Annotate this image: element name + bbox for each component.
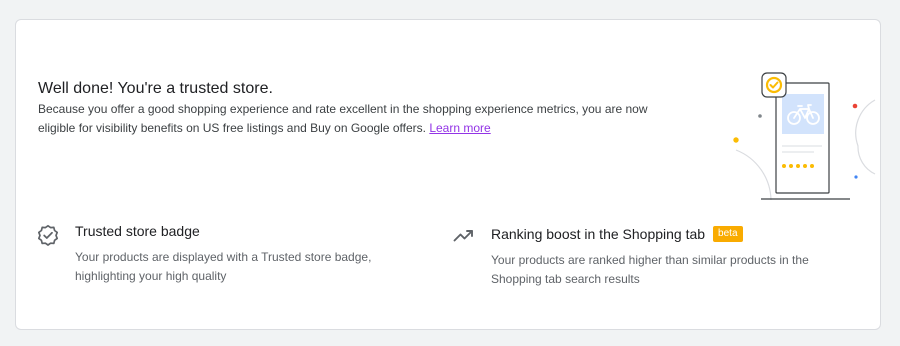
trusted-store-card: Well done! You're a trusted store. Becau… — [15, 19, 881, 330]
description-text: Because you offer a good shopping experi… — [38, 102, 648, 135]
verified-badge-icon — [37, 224, 59, 246]
card-description: Because you offer a good shopping experi… — [38, 100, 678, 138]
benefit-description: Your products are ranked higher than sim… — [491, 253, 809, 286]
benefit-title: Trusted store badge — [75, 223, 200, 239]
trending-up-icon — [453, 230, 473, 242]
learn-more-link[interactable]: Learn more — [429, 121, 490, 135]
benefit-title-text: Ranking boost in the Shopping tab — [491, 226, 706, 242]
benefit-title: Ranking boost in the Shopping tab beta — [491, 226, 743, 242]
card-title: Well done! You're a trusted store. — [38, 80, 273, 97]
benefit-description: Your products are displayed with a Trust… — [75, 250, 372, 283]
benefit-title-text: Trusted store badge — [75, 223, 200, 239]
trusted-store-illustration — [733, 72, 876, 200]
beta-badge: beta — [713, 226, 743, 242]
